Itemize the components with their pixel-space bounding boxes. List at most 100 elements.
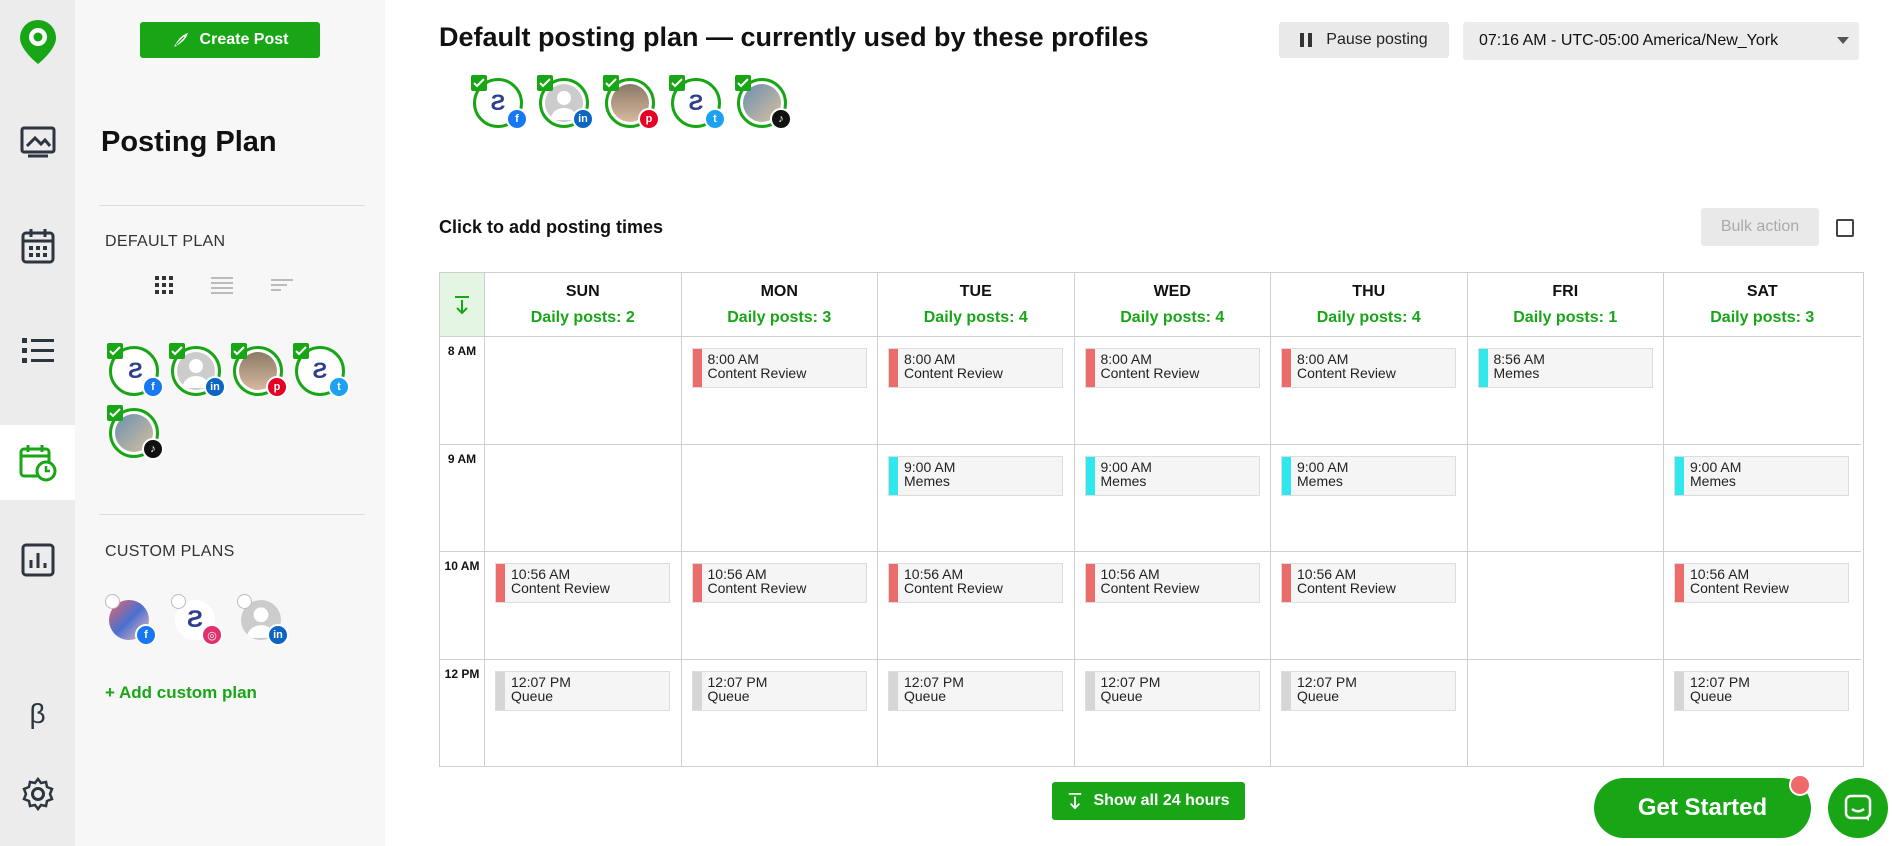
beta-label[interactable]: β [0,684,75,744]
day-header-fri: FRI Daily posts: 1 [1467,273,1664,337]
time-cell[interactable] [1468,659,1664,767]
radio-button[interactable] [105,594,120,609]
custom-profile-avatar[interactable]: in [237,594,289,646]
posting-slot[interactable]: 10:56 AM Content Review [691,563,867,603]
daily-posts-count: Daily posts: 2 [530,309,635,326]
posting-slot[interactable]: 9:00 AM Memes [1281,455,1456,496]
time-cell[interactable]: 9:00 AM Memes [1271,444,1468,552]
time-cell[interactable]: 10:56 AM Content Review [1271,552,1468,660]
pause-posting-button[interactable]: Pause posting [1279,22,1449,58]
slot-category: Content Review [1297,365,1396,381]
media-library-icon[interactable] [0,112,75,172]
radio-button[interactable] [237,594,252,609]
create-post-button[interactable]: Create Post [140,22,320,58]
posting-slot[interactable]: 12:07 PM Queue [495,670,670,711]
posting-slot[interactable]: 9:00 AM Memes [1084,455,1260,496]
posting-slot[interactable]: 10:56 AM Content Review [1084,563,1260,603]
collapse-toggle[interactable] [440,273,485,337]
header-profile-avatar[interactable]: Ƨ t [669,75,726,130]
hour-label: 9 AM [440,444,485,552]
time-cell[interactable]: 8:00 AM Content Review [681,337,878,445]
posting-slot[interactable]: 10:56 AM Content Review [1674,563,1849,603]
time-cell[interactable]: 10:56 AM Content Review [1664,552,1861,660]
profile-avatar[interactable]: Ƨ t [293,343,350,398]
posting-slot[interactable]: 12:07 PM Queue [1281,670,1456,711]
sort-view-icon[interactable] [271,276,293,294]
list-icon[interactable] [0,321,75,381]
time-cell[interactable]: 10:56 AM Content Review [878,552,1075,660]
select-all-checkbox[interactable] [1836,219,1854,237]
header-profile-avatar[interactable]: in [537,75,594,130]
get-started-button[interactable]: Get Started [1594,778,1811,838]
profile-avatar[interactable]: p [231,343,288,398]
posting-plan-icon[interactable] [0,425,75,500]
list-view-icon[interactable] [211,276,233,294]
time-cell[interactable] [1467,552,1664,660]
posting-slot[interactable]: 8:00 AM Content Review [691,348,867,388]
show-all-label: Show all 24 hours [1093,792,1230,809]
time-cell[interactable]: 12:07 PM Queue [878,659,1075,767]
show-all-hours-button[interactable]: Show all 24 hours [1052,782,1245,820]
grid-view-icon[interactable] [155,276,173,294]
posting-slot[interactable]: 8:56 AM Memes [1477,348,1653,388]
posting-slot[interactable]: 12:07 PM Queue [1674,670,1849,711]
day-name: SAT [1746,283,1778,300]
posting-slot[interactable]: 10:56 AM Content Review [495,563,670,603]
time-cell[interactable]: 12:07 PM Queue [1075,659,1271,767]
bulk-action-button[interactable]: Bulk action [1701,208,1819,246]
facebook-icon: f [506,108,528,130]
time-cell[interactable]: 12:07 PM Queue [682,659,878,767]
posting-slot[interactable]: 10:56 AM Content Review [888,563,1063,603]
profile-avatar[interactable]: Ƨ f [107,343,164,398]
time-cell[interactable]: 10:56 AM Content Review [1074,552,1271,660]
header-profile-avatar[interactable]: Ƨ f [471,75,528,130]
header-profile-avatar[interactable]: ♪ [735,75,792,130]
add-custom-plan-link[interactable]: + Add custom plan [105,683,257,703]
custom-profile-avatar[interactable]: f [105,594,157,646]
posting-slot[interactable]: 12:07 PM Queue [691,670,867,711]
time-cell[interactable]: 10:56 AM Content Review [485,552,682,660]
posting-slot[interactable]: 12:07 PM Queue [888,670,1063,711]
chat-launcher[interactable] [1828,778,1888,838]
profile-avatar[interactable]: in [169,343,226,398]
time-cell[interactable]: 8:56 AM Memes [1467,337,1664,445]
logo-pin-icon[interactable] [0,12,75,72]
slot-category: Queue [511,687,554,704]
time-cell[interactable]: 8:00 AM Content Review [878,337,1075,445]
time-cell[interactable]: 9:00 AM Memes [1664,445,1861,552]
posting-slot[interactable]: 8:00 AM Content Review [1084,348,1260,388]
time-cell[interactable] [1467,444,1664,552]
settings-gear-icon[interactable] [0,764,75,824]
time-cell[interactable] [485,337,682,445]
time-cell[interactable]: 12:07 PM Queue [1271,659,1468,767]
time-cell[interactable]: 8:00 AM Content Review [1074,337,1271,445]
timezone-select[interactable]: 07:16 AM - UTC-05:00 America/New_York [1463,22,1859,60]
profile-avatar[interactable]: ♪ [107,405,164,460]
posting-slot[interactable]: 8:00 AM Content Review [888,348,1063,388]
time-cell[interactable]: 12:07 PM Queue [1664,660,1861,768]
checkmark-icon [231,343,247,359]
slot-time: 8:00 AM [707,351,759,367]
time-cell[interactable] [681,444,878,552]
time-cell[interactable]: 10:56 AM Content Review [681,552,878,660]
analytics-icon[interactable] [0,530,75,590]
time-cell[interactable] [1664,337,1861,445]
time-cell[interactable]: 9:00 AM Memes [878,444,1075,552]
posting-slot[interactable]: 10:56 AM Content Review [1281,563,1456,603]
checkmark-icon [107,343,123,359]
posting-slot[interactable]: 9:00 AM Memes [1674,455,1849,496]
posting-slot[interactable]: 9:00 AM Memes [888,455,1063,496]
time-cell[interactable] [485,444,682,552]
posting-slot[interactable]: 12:07 PM Queue [1084,670,1260,711]
radio-button[interactable] [171,594,186,609]
time-cell[interactable]: 9:00 AM Memes [1074,444,1271,552]
day-header-tue: TUE Daily posts: 4 [878,273,1075,337]
calendar-icon[interactable] [0,216,75,276]
posting-slot[interactable]: 8:00 AM Content Review [1281,348,1456,388]
time-cell[interactable]: 8:00 AM Content Review [1271,337,1468,445]
custom-profile-avatar[interactable]: Ƨ ◎ [171,594,223,646]
header-profile-avatar[interactable]: p [603,75,660,130]
slot-category: Memes [1297,472,1343,489]
slot-category: Memes [1493,365,1540,381]
time-cell[interactable]: 12:07 PM Queue [485,659,682,767]
